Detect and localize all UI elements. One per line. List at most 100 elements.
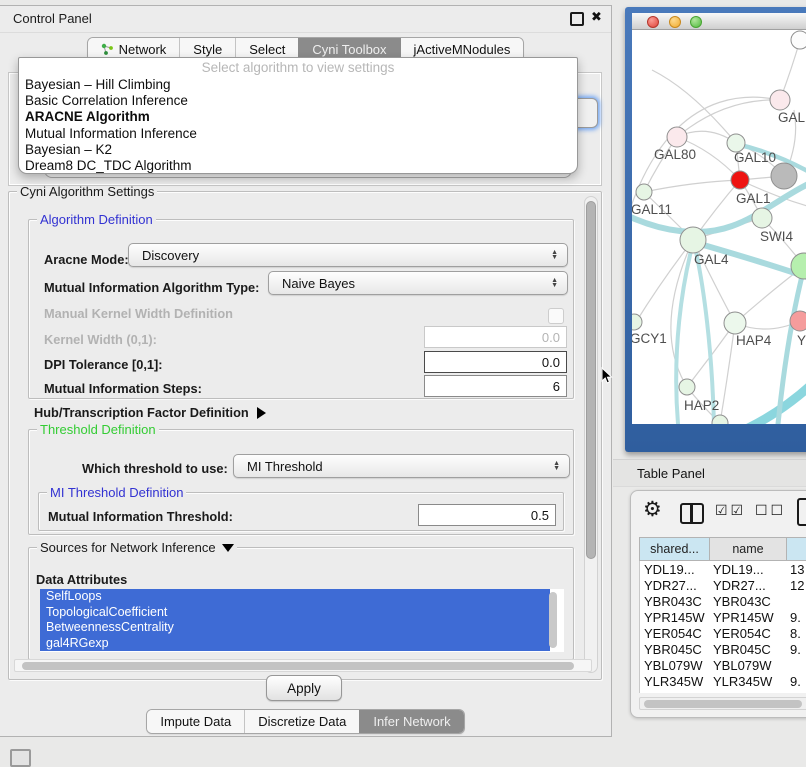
column-header-attr[interactable] <box>787 537 806 561</box>
table-cell: 9. <box>788 610 801 625</box>
mi-threshold-field[interactable]: 0.5 <box>418 504 556 526</box>
table-cell: 9. <box>788 690 801 694</box>
node-table-window: ⚙ ☑☑ ☐☐ shared...name YDL19...YDL19...13… <box>630 490 806 718</box>
network-node-gcy1[interactable] <box>632 314 642 330</box>
float-window-icon[interactable] <box>570 12 584 26</box>
algorithm-option-bayesian-k2[interactable]: Bayesian – K2 <box>19 142 577 158</box>
mi-type-combo[interactable]: Naive Bayes ▲▼ <box>268 271 568 295</box>
attribute-item-gal4rgexp[interactable]: gal4RGexp <box>40 636 550 652</box>
mi-steps-field[interactable]: 6 <box>424 375 567 397</box>
zoom-traffic-light-icon[interactable] <box>690 16 702 28</box>
apply-button[interactable]: Apply <box>266 675 342 701</box>
node-label-y: Y <box>797 333 806 348</box>
network-node-hap2[interactable] <box>679 379 695 395</box>
table-row[interactable]: YBR045CYBR045C9. <box>640 641 806 657</box>
show-columns-icon[interactable] <box>680 503 704 524</box>
control-panel-window: Control Panel ✖ NetworkStyleSelectCyni T… <box>0 5 612 737</box>
algorithm-option-basic-correlation-inference[interactable]: Basic Correlation Inference <box>19 93 577 109</box>
kernel-width-label: Kernel Width (0,1): <box>44 332 157 347</box>
tab-label: Cyni Toolbox <box>312 42 386 57</box>
attribute-item-topologicalcoefficient[interactable]: TopologicalCoefficient <box>40 605 550 621</box>
network-edge[interactable] <box>644 180 740 192</box>
gear-icon[interactable]: ⚙ <box>643 499 662 520</box>
kernel-width-field[interactable]: 0.0 <box>424 326 567 348</box>
table-row[interactable]: YER054CYER054C8. <box>640 625 806 641</box>
table-cell: YBR045C <box>640 642 711 657</box>
dpi-tolerance-field[interactable]: 0.0 <box>424 351 567 373</box>
minimize-traffic-light-icon[interactable] <box>669 16 681 28</box>
mi-threshold-label: Mutual Information Threshold: <box>48 509 233 524</box>
table-cell: YER054C <box>640 626 711 641</box>
network-node-gal80[interactable] <box>667 127 687 147</box>
table-row[interactable]: YDR27...YDR27...12 <box>640 577 806 593</box>
function-builder-icon[interactable] <box>797 498 806 526</box>
which-threshold-combo[interactable]: MI Threshold ▲▼ <box>233 454 570 478</box>
table-row[interactable]: YPR145WYPR145W9. <box>640 609 806 625</box>
attribute-item-betweennesscentrality[interactable]: BetweennessCentrality <box>40 620 550 636</box>
table-cell: 9. <box>788 642 801 657</box>
data-attributes-list[interactable]: SelfLoopsTopologicalCoefficientBetweenne… <box>40 589 564 652</box>
table-cell: YIL052C <box>711 690 788 694</box>
table-cell: YDL19... <box>711 562 788 577</box>
aracne-mode-combo[interactable]: Discovery ▲▼ <box>128 243 568 267</box>
network-node[interactable] <box>791 31 806 49</box>
network-edge-highlighted[interactable] <box>744 370 806 424</box>
network-node[interactable] <box>771 163 797 189</box>
table-row[interactable]: YBR043CYBR043C <box>640 593 806 609</box>
bottom-tab-impute-data[interactable]: Impute Data <box>147 710 244 733</box>
table-row[interactable]: YIL052CYIL052C9. <box>640 689 806 693</box>
settings-horizontal-scrollbar-thumb[interactable] <box>22 662 574 670</box>
mi-type-value: Naive Bayes <box>282 276 355 291</box>
settings-vertical-scrollbar-thumb[interactable] <box>586 201 596 559</box>
algorithm-dropdown-items: Bayesian – Hill ClimbingBasic Correlatio… <box>19 77 577 174</box>
table-cell: 8. <box>788 626 801 641</box>
manual-kernel-checkbox[interactable] <box>548 308 564 324</box>
network-node-gal4[interactable] <box>680 227 706 253</box>
table-cell: YBL079W <box>640 658 711 673</box>
node-label-gal80: GAL80 <box>654 147 696 162</box>
network-node-gal11[interactable] <box>636 184 652 200</box>
bottom-tab-infer-network[interactable]: Infer Network <box>359 710 463 733</box>
algorithm-option-dream8-dc-tdc-algorithm[interactable]: Dream8 DC_TDC Algorithm <box>19 158 577 174</box>
node-label-hap2: HAP2 <box>684 398 719 413</box>
attribute-item-selfloops[interactable]: SelfLoops <box>40 589 550 605</box>
algorithm-option-aracne-algorithm[interactable]: ARACNE Algorithm <box>19 109 577 125</box>
table-horizontal-scrollbar-thumb[interactable] <box>644 700 802 708</box>
network-node-hap4[interactable] <box>724 312 746 334</box>
network-window-titlebar[interactable] <box>632 13 806 30</box>
network-graph-canvas[interactable]: GALGAL80GAL10GAL1SWI4GAL11GAL4GCY1HAP4YH… <box>632 30 806 424</box>
deselect-all-checkboxes-icon[interactable]: ☐☐ <box>755 502 786 519</box>
node-label-gal10: GAL10 <box>734 150 776 165</box>
select-all-checkboxes-icon[interactable]: ☑☑ <box>715 502 746 519</box>
table-row[interactable]: YLR345WYLR345W9. <box>640 673 806 689</box>
close-icon[interactable]: ✖ <box>591 9 602 25</box>
collapse-down-icon[interactable] <box>222 544 234 552</box>
close-traffic-light-icon[interactable] <box>647 16 659 28</box>
network-edge-highlighted[interactable] <box>676 243 693 424</box>
table-cell: YBR045C <box>711 642 788 657</box>
table-cell: 12 <box>788 578 804 593</box>
bottom-tab-discretize-data[interactable]: Discretize Data <box>244 710 359 733</box>
aracne-mode-label: Aracne Mode: <box>44 252 129 267</box>
algorithm-option-bayesian-hill-climbing[interactable]: Bayesian – Hill Climbing <box>19 77 577 93</box>
attributes-scrollbar-thumb[interactable] <box>549 592 557 648</box>
node-label-gcy1: GCY1 <box>632 331 667 346</box>
column-header-name[interactable]: name <box>710 537 787 561</box>
table-cell: YDR27... <box>640 578 711 593</box>
network-edge-highlighted[interactable] <box>694 243 714 424</box>
collapsed-panel-icon[interactable] <box>10 749 31 767</box>
table-row[interactable]: YBL079WYBL079W <box>640 657 806 673</box>
network-node-gal1[interactable] <box>731 171 749 189</box>
table-row[interactable]: YDL19...YDL19...13 <box>640 561 806 577</box>
table-cell: 9. <box>788 674 801 689</box>
network-node-swi4[interactable] <box>752 208 772 228</box>
column-header-shared[interactable]: shared... <box>639 537 710 561</box>
network-node-gal[interactable] <box>770 90 790 110</box>
tab-label: Style <box>193 42 222 57</box>
tab-label: Select <box>249 42 285 57</box>
hub-definition-label: Hub/Transcription Factor Definition <box>34 405 249 420</box>
network-edge[interactable] <box>720 323 735 423</box>
algorithm-option-mutual-information-inference[interactable]: Mutual Information Inference <box>19 126 577 142</box>
hub-definition-expander[interactable]: Hub/Transcription Factor Definition <box>34 405 266 420</box>
network-node-y[interactable] <box>790 311 806 331</box>
